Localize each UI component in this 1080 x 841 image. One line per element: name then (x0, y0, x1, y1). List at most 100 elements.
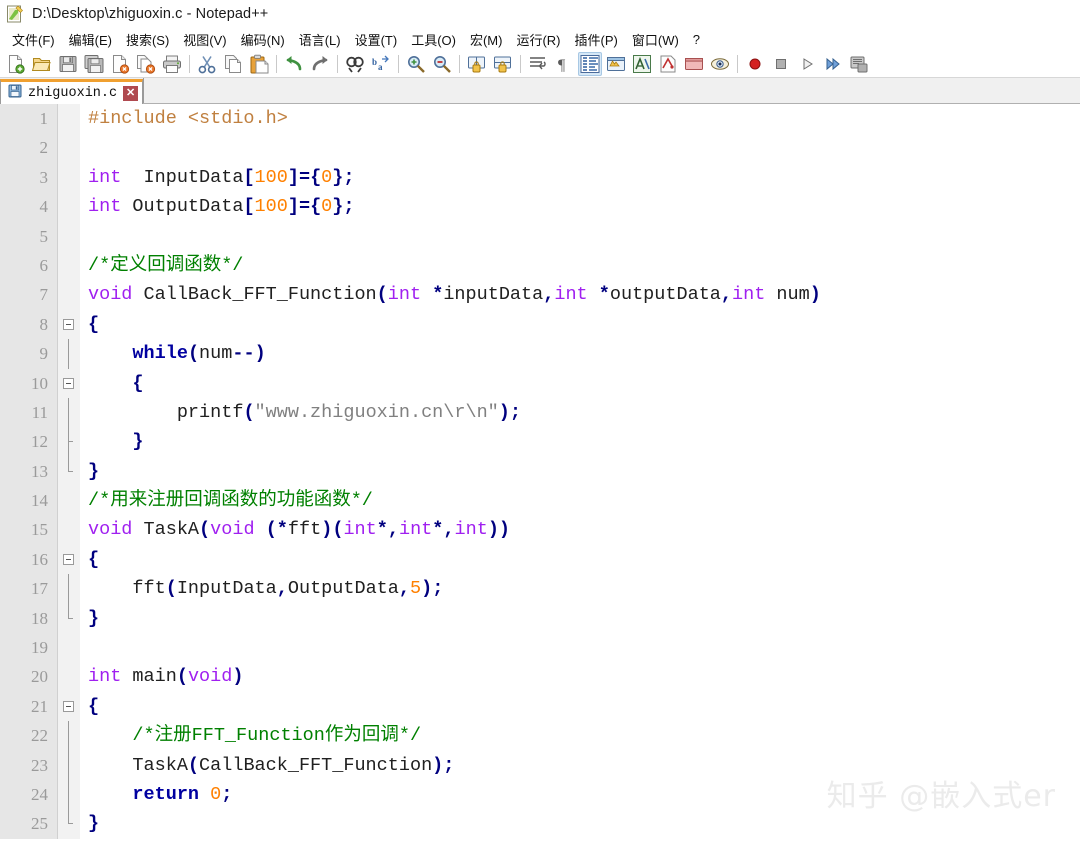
code-line[interactable]: /*用来注册回调函数的功能函数*/ (80, 486, 1080, 515)
code-line[interactable]: { (80, 369, 1080, 398)
zoom-in-icon[interactable] (404, 52, 428, 76)
code-token: InputData (176, 578, 277, 600)
fold-row[interactable] (58, 545, 80, 574)
code-token: TaskA (132, 519, 200, 541)
indent-guide-icon[interactable] (578, 51, 602, 76)
document-map-icon[interactable] (656, 52, 680, 76)
menu-help[interactable]: ? (686, 30, 707, 49)
copy-icon[interactable] (221, 52, 245, 76)
fold-collapse-icon[interactable] (63, 377, 74, 389)
code-line[interactable]: } (80, 809, 1080, 838)
code-token: void (88, 519, 133, 541)
undo-icon[interactable] (282, 52, 306, 76)
code-line[interactable]: fft(InputData,OutputData,5); (80, 574, 1080, 603)
fold-collapse-icon[interactable] (63, 700, 74, 712)
tab-label: zhiguoxin.c (28, 85, 118, 101)
menu-plugins[interactable]: 插件(P) (568, 28, 625, 51)
fold-margin[interactable] (58, 104, 80, 839)
cut-icon[interactable] (195, 52, 219, 76)
code-line[interactable] (80, 133, 1080, 162)
code-line[interactable]: } (80, 457, 1080, 486)
monitoring-icon[interactable] (708, 52, 732, 76)
code-line[interactable]: int main(void) (80, 662, 1080, 691)
fold-row[interactable] (58, 692, 80, 721)
fold-row[interactable] (58, 369, 80, 398)
line-number: 2 (39, 138, 49, 158)
save-all-icon[interactable] (82, 52, 106, 76)
code-token: fft (88, 578, 166, 600)
fold-row (58, 133, 80, 162)
menu-search[interactable]: 搜索(S) (119, 28, 176, 51)
macro-playback-icon[interactable] (795, 52, 819, 76)
code-token: ( (187, 754, 200, 776)
menu-window[interactable]: 窗口(W) (625, 28, 686, 51)
macro-run-multiple-icon[interactable] (821, 52, 845, 76)
code-line[interactable]: return 0; (80, 780, 1080, 809)
open-file-icon[interactable] (30, 52, 54, 76)
menu-encoding[interactable]: 编码(N) (234, 28, 292, 51)
close-icon[interactable]: ✕ (123, 85, 139, 101)
menu-language[interactable]: 语言(L) (292, 28, 348, 51)
word-wrap-icon[interactable] (526, 52, 550, 76)
save-icon[interactable] (56, 52, 80, 76)
code-token: ( (187, 343, 200, 365)
fold-row[interactable] (58, 310, 80, 339)
line-number: 9 (39, 344, 49, 364)
code-line[interactable]: int InputData[100]={0}; (80, 163, 1080, 192)
menu-run[interactable]: 运行(R) (509, 28, 567, 51)
menu-edit[interactable]: 编辑(E) (62, 28, 119, 51)
print-icon[interactable] (160, 52, 184, 76)
menu-tools[interactable]: 工具(O) (404, 28, 463, 51)
code-line[interactable]: int OutputData[100]={0}; (80, 192, 1080, 221)
code-line[interactable]: } (80, 604, 1080, 633)
code-token: int (554, 284, 588, 306)
code-line[interactable] (80, 222, 1080, 251)
zoom-out-icon[interactable] (430, 52, 454, 76)
code-line[interactable]: printf("www.zhiguoxin.cn\r\n"); (80, 398, 1080, 427)
redo-icon[interactable] (308, 52, 332, 76)
find-icon[interactable] (343, 52, 367, 76)
menu-macro[interactable]: 宏(M) (463, 28, 510, 51)
sync-vertical-scroll-icon[interactable] (465, 52, 489, 76)
code-token: inputData (443, 284, 544, 306)
menu-view[interactable]: 视图(V) (176, 28, 233, 51)
code-line[interactable]: /*定义回调函数*/ (80, 251, 1080, 280)
code-line[interactable]: } (80, 427, 1080, 456)
code-token: ; (221, 783, 233, 805)
line-number: 22 (31, 726, 48, 746)
code-line[interactable]: /*注册FFT_Function作为回调*/ (80, 721, 1080, 750)
macro-save-icon[interactable] (847, 52, 871, 76)
close-file-icon[interactable] (108, 52, 132, 76)
replace-icon[interactable]: ba (369, 52, 393, 76)
code-text-area[interactable]: #include <stdio.h> int InputData[100]={0… (80, 104, 1080, 839)
menu-file[interactable]: 文件(F) (5, 28, 62, 51)
fold-collapse-icon[interactable] (63, 553, 74, 565)
code-line[interactable]: void TaskA(void (*fft)(int*,int*,int)) (80, 515, 1080, 544)
sync-horizontal-scroll-icon[interactable] (491, 52, 515, 76)
title-bar: D:\Desktop\zhiguoxin.c - Notepad++ (0, 0, 1080, 28)
macro-record-icon[interactable] (743, 52, 767, 76)
new-file-icon[interactable] (4, 52, 28, 76)
code-token: void (210, 519, 255, 541)
show-function-list-icon[interactable] (630, 52, 654, 76)
code-line[interactable]: { (80, 310, 1080, 339)
paste-icon[interactable] (247, 52, 271, 76)
macro-stop-icon[interactable] (769, 52, 793, 76)
folder-as-workspace-icon[interactable] (682, 52, 706, 76)
user-defined-dialog-icon[interactable] (604, 52, 628, 76)
code-line[interactable]: while(num--) (80, 339, 1080, 368)
code-line[interactable]: #include <stdio.h> (80, 104, 1080, 133)
code-line[interactable] (80, 633, 1080, 662)
menu-settings[interactable]: 设置(T) (348, 28, 405, 51)
editor-area[interactable]: 1 2 3 4 5 6 7 8 9 10 11 12 13 14 15 16 17 18 19 20 21 22 23 24 2… (0, 104, 1080, 839)
notepad-plus-plus-window: D:\Desktop\zhiguoxin.c - Notepad++ 文件(F)… (0, 0, 1080, 841)
show-all-characters-icon[interactable]: ¶ (552, 52, 576, 76)
code-token: )( (321, 519, 344, 541)
code-line[interactable]: { (80, 545, 1080, 574)
code-line[interactable]: TaskA(CallBack_FFT_Function); (80, 751, 1080, 780)
code-line[interactable]: { (80, 692, 1080, 721)
code-line[interactable]: void CallBack_FFT_Function(int *inputDat… (80, 280, 1080, 309)
close-all-icon[interactable] (134, 52, 158, 76)
tab-zhiguoxin-c[interactable]: zhiguoxin.c ✕ (0, 79, 144, 104)
fold-collapse-icon[interactable] (63, 318, 74, 330)
